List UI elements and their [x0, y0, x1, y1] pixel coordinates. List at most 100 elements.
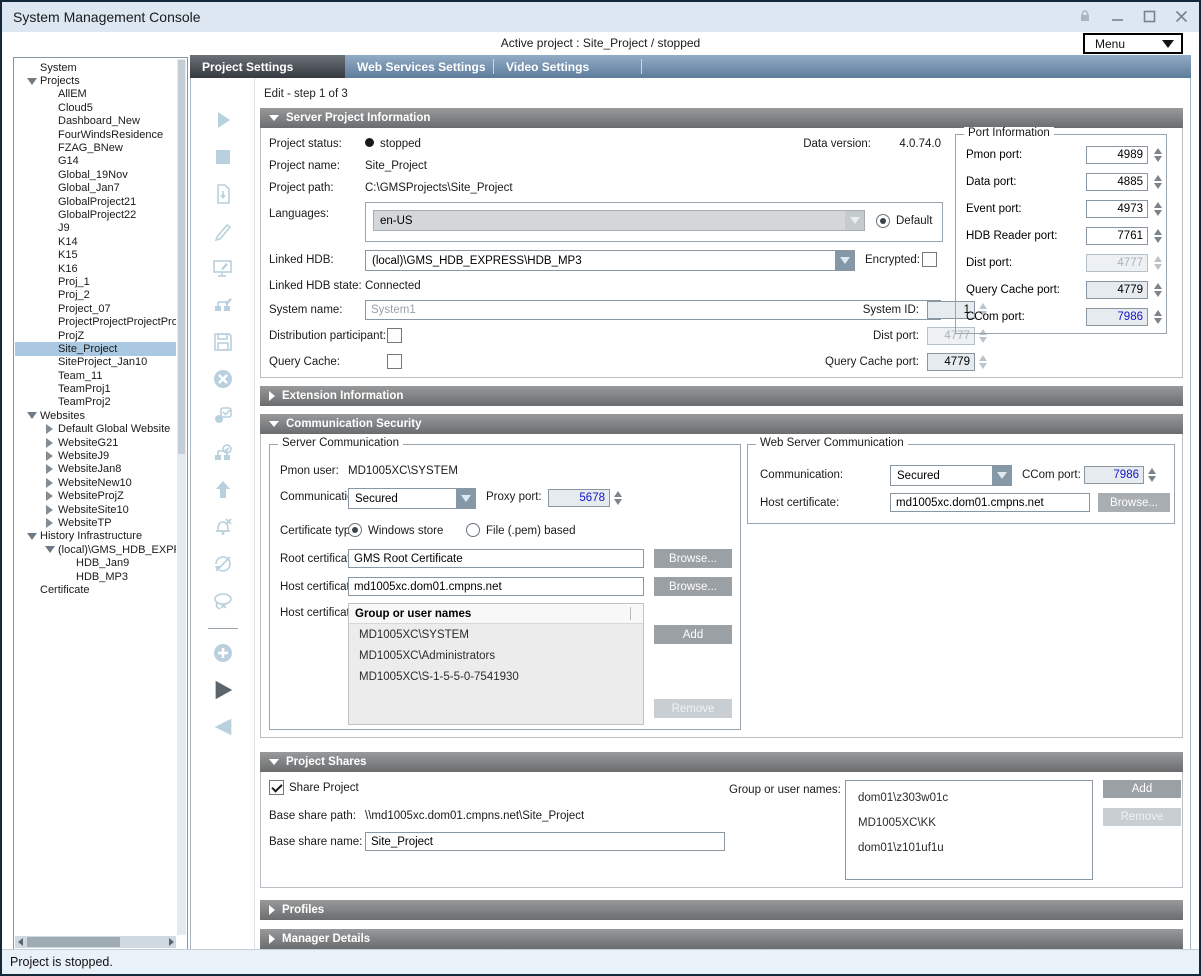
tree-item[interactable]: System	[15, 61, 176, 74]
tree-item[interactable]: K15	[15, 248, 176, 261]
tree-item[interactable]: HDB_MP3	[15, 570, 176, 583]
port-spinner[interactable]	[1152, 146, 1163, 164]
query-cache-port-input[interactable]: 4779	[927, 353, 975, 371]
tree-expander-icon[interactable]	[41, 424, 58, 434]
chevron-down-icon[interactable]	[992, 466, 1011, 485]
pem-file-radio[interactable]	[466, 523, 480, 537]
scroll-left-icon[interactable]	[15, 936, 25, 948]
user-list-item[interactable]: MD1005XC\SYSTEM	[349, 624, 643, 645]
section-extension-information[interactable]: Extension Information	[260, 386, 1183, 406]
tree-item[interactable]: SiteProject_Jan10	[15, 356, 176, 369]
menu-dropdown[interactable]: Menu	[1083, 33, 1183, 54]
port-spinner[interactable]	[1152, 227, 1163, 245]
tree-expander-icon[interactable]	[41, 464, 58, 474]
windows-store-radio[interactable]	[348, 523, 362, 537]
port-spinner[interactable]	[1152, 308, 1163, 326]
port-spinner[interactable]	[1152, 173, 1163, 191]
tab-video-settings[interactable]: Video Settings	[494, 55, 641, 78]
tree-item[interactable]: Websites	[15, 409, 176, 422]
tree-item[interactable]: FZAG_BNew	[15, 141, 176, 154]
share-project-checkbox[interactable]	[269, 780, 284, 795]
edit-icon[interactable]	[211, 219, 235, 243]
scrollbar-thumb[interactable]	[27, 937, 120, 947]
stop-project-icon[interactable]	[211, 145, 235, 169]
tab-web-services-settings[interactable]: Web Services Settings	[345, 55, 493, 78]
tree-horizontal-scrollbar[interactable]	[15, 936, 176, 948]
distribution-check-icon[interactable]	[211, 441, 235, 465]
port-input[interactable]: 4973	[1086, 200, 1148, 218]
section-server-project-information[interactable]: Server Project Information	[260, 108, 1183, 128]
chevron-down-icon[interactable]	[835, 251, 854, 270]
minimize-button[interactable]	[1109, 8, 1125, 24]
tree-item[interactable]: WebsiteJ9	[15, 449, 176, 462]
mute-alarm-icon[interactable]	[211, 515, 235, 539]
tree-item[interactable]: ProjectProjectProjectProje	[15, 315, 176, 328]
tree-item[interactable]: TeamProj1	[15, 382, 176, 395]
new-project-icon[interactable]	[211, 182, 235, 206]
tree-expander-icon[interactable]	[23, 412, 40, 419]
tree-item[interactable]: Projects	[15, 74, 176, 87]
share-users-list[interactable]: dom01\z303w01cMD1005XC\KKdom01\z101uf1u	[845, 780, 1093, 880]
web-communication-dropdown[interactable]: Secured	[890, 465, 1012, 486]
root-certificate-browse-button[interactable]: Browse...	[654, 549, 732, 568]
tree-item[interactable]: WebsiteProjZ	[15, 490, 176, 503]
scroll-right-icon[interactable]	[166, 936, 176, 948]
section-project-shares[interactable]: Project Shares	[260, 752, 1183, 772]
port-input[interactable]: 7761	[1086, 227, 1148, 245]
tree-item[interactable]: Certificate	[15, 583, 176, 596]
port-input[interactable]: 7986	[1086, 308, 1148, 326]
default-language-radio[interactable]	[876, 214, 890, 228]
clear-icon[interactable]	[211, 589, 235, 613]
section-communication-security[interactable]: Communication Security	[260, 414, 1183, 434]
tree-item[interactable]: WebsiteSite10	[15, 503, 176, 516]
start-project-icon[interactable]	[211, 108, 235, 132]
delete-icon[interactable]	[211, 367, 235, 391]
chevron-down-icon[interactable]	[845, 211, 864, 230]
distribution-participant-checkbox[interactable]	[387, 328, 402, 343]
share-user-item[interactable]: dom01\z101uf1u	[846, 835, 1092, 860]
port-input[interactable]: 4989	[1086, 146, 1148, 164]
tree-item[interactable]: Team_11	[15, 369, 176, 382]
communication-dropdown[interactable]: Secured	[348, 488, 476, 509]
tree-item[interactable]: WebsiteNew10	[15, 476, 176, 489]
host-certificate-input[interactable]: md1005xc.dom01.cmpns.net	[348, 577, 644, 596]
tree-item[interactable]: Global_19Nov	[15, 168, 176, 181]
tree-item[interactable]: Dashboard_New	[15, 115, 176, 128]
tree-expander-icon[interactable]	[41, 518, 58, 528]
tree-expander-icon[interactable]	[41, 438, 58, 448]
tree-item[interactable]: Default Global Website	[15, 423, 176, 436]
tree-item[interactable]: AllEM	[15, 88, 176, 101]
close-button[interactable]	[1173, 8, 1189, 24]
ccom-port-input[interactable]: 7986	[1084, 466, 1144, 484]
add-share-user-button[interactable]: Add	[1103, 780, 1181, 798]
edit-distribution-icon[interactable]	[211, 293, 235, 317]
port-spinner[interactable]	[1152, 281, 1163, 299]
edit-project-icon[interactable]	[211, 256, 235, 280]
section-profiles[interactable]: Profiles	[260, 900, 1183, 920]
proxy-port-input[interactable]: 5678	[548, 489, 610, 507]
port-spinner[interactable]	[1152, 200, 1163, 218]
tree-item[interactable]: GlobalProject22	[15, 208, 176, 221]
add-icon[interactable]	[211, 641, 235, 665]
tree-expander-icon[interactable]	[41, 505, 58, 515]
tree-item[interactable]: K16	[15, 262, 176, 275]
add-user-button[interactable]: Add	[654, 625, 732, 644]
back-icon[interactable]	[211, 715, 235, 739]
upgrade-project-icon[interactable]	[211, 404, 235, 428]
tree-item[interactable]: J9	[15, 222, 176, 235]
query-cache-checkbox[interactable]	[387, 354, 402, 369]
encrypted-checkbox[interactable]	[922, 252, 937, 267]
tree-item[interactable]: (local)\GMS_HDB_EXPRES	[15, 543, 176, 556]
web-host-certificate-input[interactable]: md1005xc.dom01.cmpns.net	[890, 493, 1090, 512]
host-certificate-users-list[interactable]: Group or user names MD1005XC\SYSTEMMD100…	[348, 603, 644, 725]
chevron-down-icon[interactable]	[456, 489, 475, 508]
language-dropdown[interactable]: en-US	[373, 210, 865, 231]
tree-item[interactable]: WebsiteG21	[15, 436, 176, 449]
tree-item[interactable]: TeamProj2	[15, 396, 176, 409]
tree-item[interactable]: WebsiteTP	[15, 516, 176, 529]
tree-item[interactable]: Proj_1	[15, 275, 176, 288]
tree-item[interactable]: Cloud5	[15, 101, 176, 114]
history-disable-icon[interactable]	[211, 552, 235, 576]
run-icon[interactable]	[211, 678, 235, 702]
tree-item[interactable]: Proj_2	[15, 289, 176, 302]
